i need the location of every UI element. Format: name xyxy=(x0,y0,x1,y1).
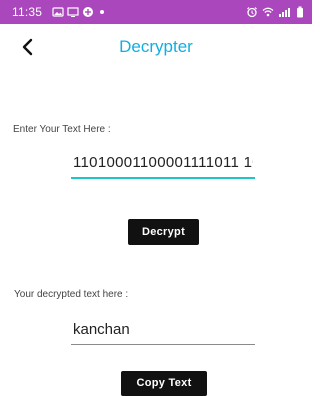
status-bar: 11:35 xyxy=(0,0,312,24)
cast-icon xyxy=(67,7,79,17)
status-right-icons xyxy=(246,5,304,19)
output-label: Your decrypted text here : xyxy=(14,289,129,300)
input-label: Enter Your Text Here : xyxy=(13,124,111,135)
alarm-icon xyxy=(247,7,257,18)
status-time: 11:35 xyxy=(12,5,43,19)
battery-icon xyxy=(297,6,303,18)
decrypted-text-field[interactable] xyxy=(71,318,255,345)
image-icon xyxy=(52,7,64,17)
status-left-icons xyxy=(52,5,104,19)
copy-text-button[interactable]: Copy Text xyxy=(121,371,207,396)
volte-signal-icon xyxy=(279,8,290,17)
game-icon xyxy=(83,7,93,17)
dot-icon xyxy=(100,10,104,14)
decrypt-button[interactable]: Decrypt xyxy=(128,219,199,245)
wifi-icon xyxy=(262,7,274,17)
encrypted-text-input[interactable] xyxy=(71,151,255,179)
page-title: Decrypter xyxy=(119,37,193,56)
